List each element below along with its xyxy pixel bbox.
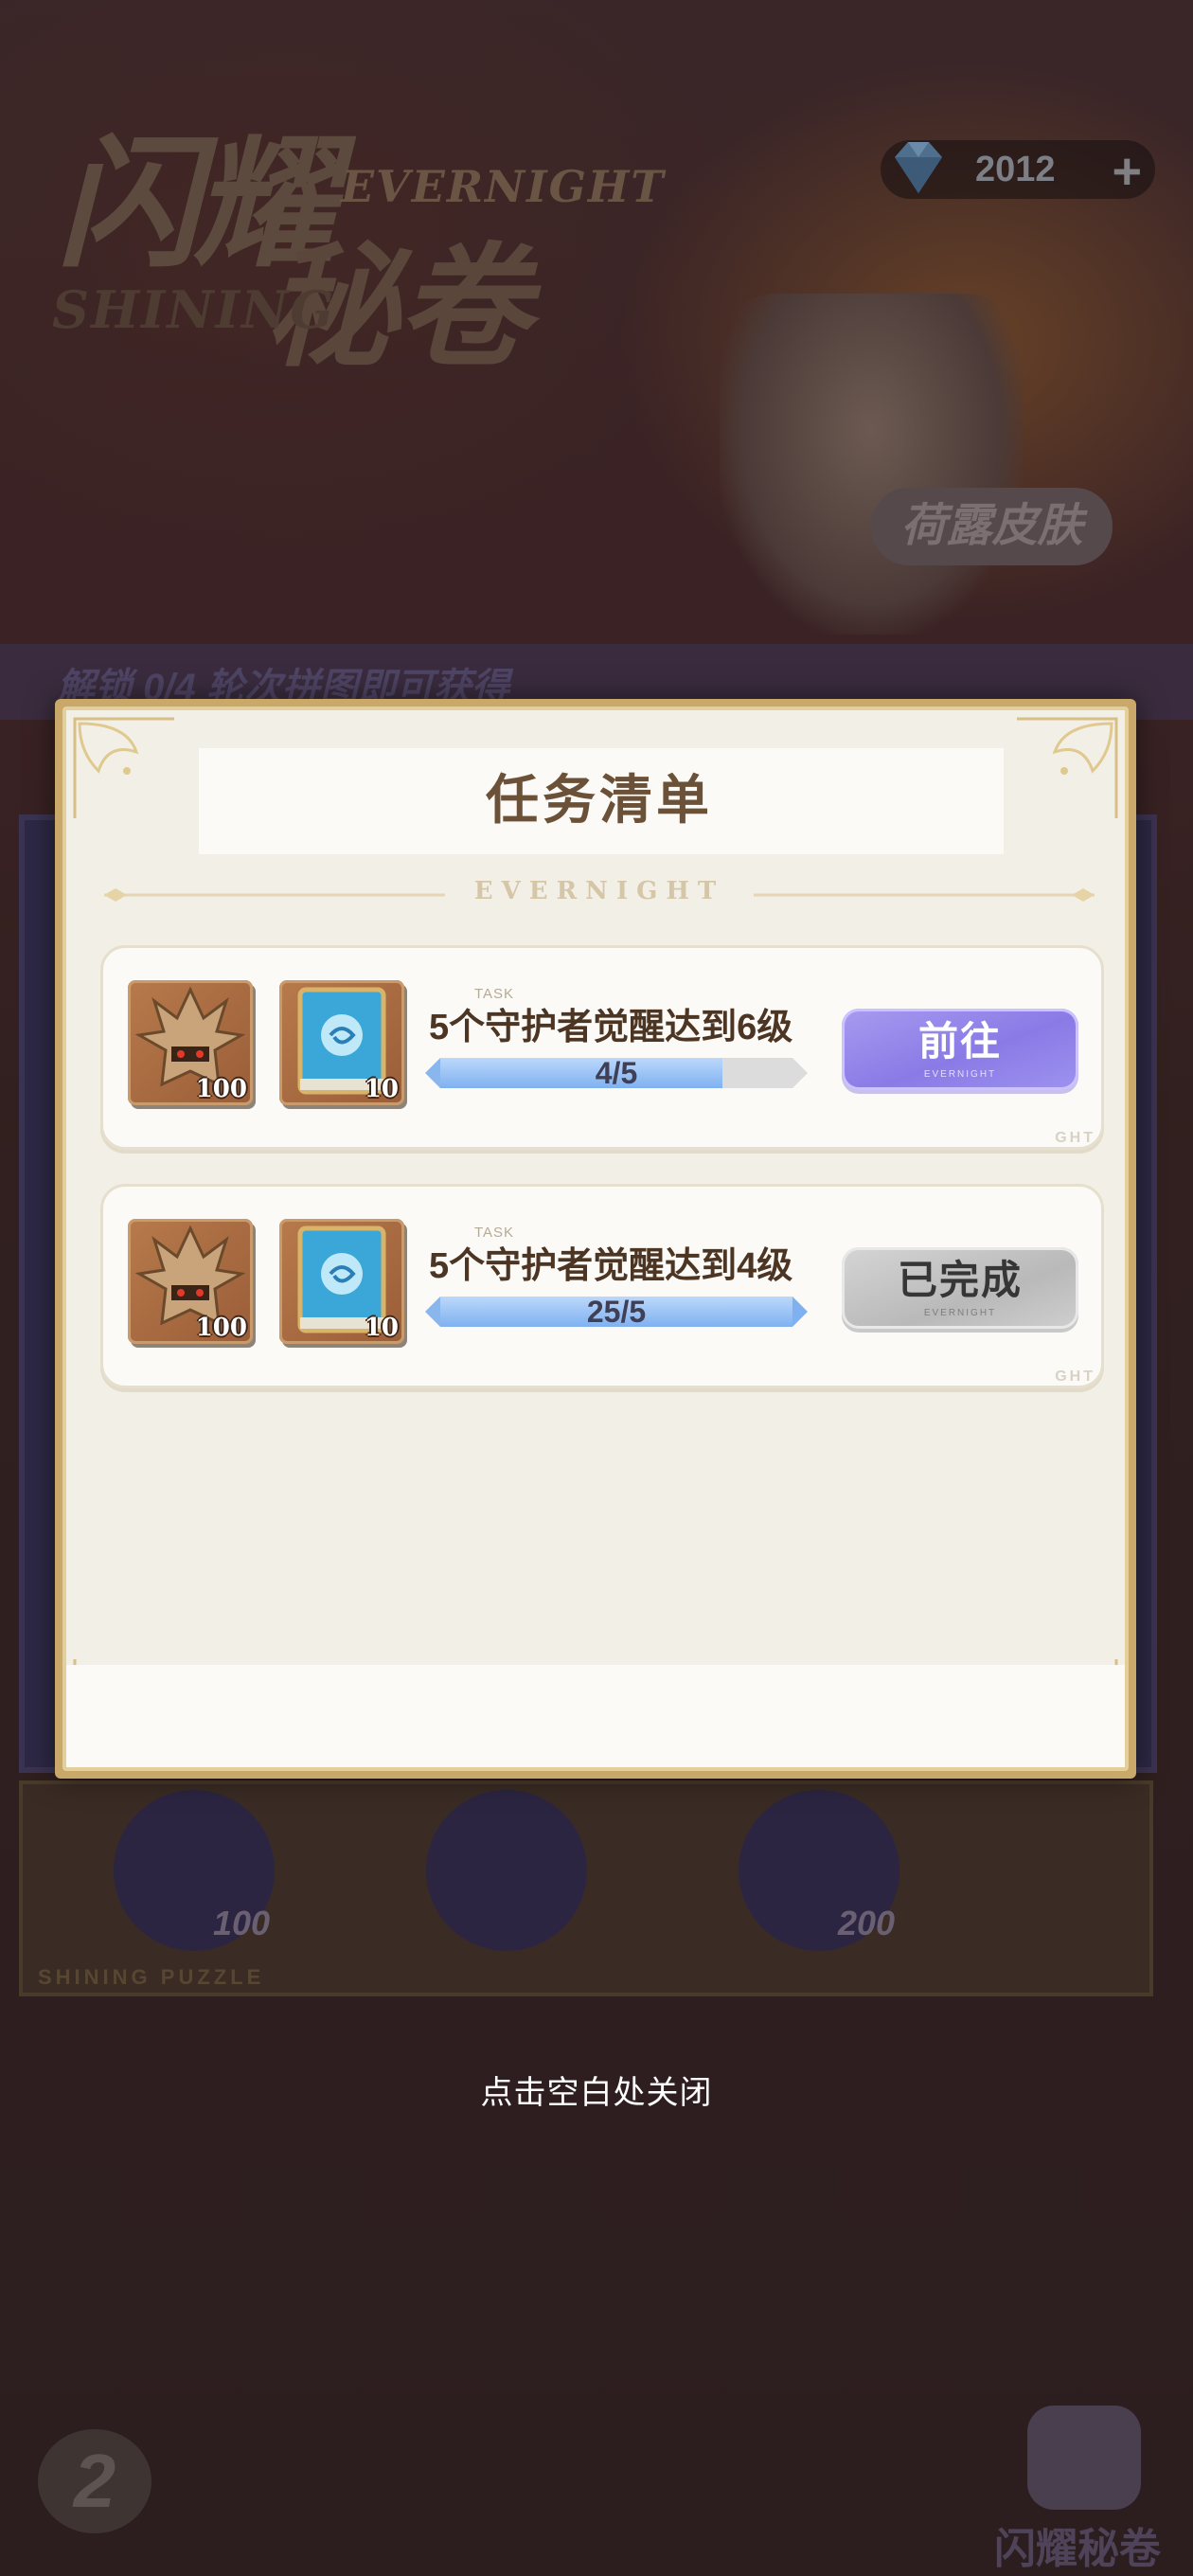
puzzle-footer-label: SHINING PUZZLE <box>38 1965 265 1989</box>
progress-text: 4/5 <box>595 1056 638 1090</box>
completed-button[interactable]: 已完成 EVERNIGHT <box>842 1247 1078 1329</box>
progress-bar: 4/5 <box>425 1056 808 1090</box>
reward-item[interactable]: 10 <box>279 980 404 1105</box>
modal-panel: 任务清单 EVERNIGHT 100 10 TASK 5个守护者觉醒达到6级 4… <box>62 707 1129 1771</box>
reward-item[interactable]: 10 <box>279 1219 404 1344</box>
currency-display: 2012 + <box>881 140 1155 201</box>
puzzle-piece-icon <box>1027 2406 1141 2510</box>
reward-count: 10 <box>364 1075 399 1103</box>
go-button-label: 前往 <box>917 1018 1002 1064</box>
close-hint[interactable]: 点击空白处关闭 <box>0 2066 1193 2113</box>
button-sub-label: EVERNIGHT <box>923 1069 997 1080</box>
go-button[interactable]: 前往 EVERNIGHT <box>842 1009 1078 1090</box>
reward-count: 100 <box>195 1314 247 1342</box>
reward-count: 100 <box>195 1075 247 1103</box>
progress-text: 25/5 <box>586 1295 647 1329</box>
reward-count: 10 <box>364 1314 399 1342</box>
task-name: 5个守护者觉醒达到6级 <box>429 1008 793 1047</box>
event-shortcut-label: 闪耀秘卷 <box>994 2525 1161 2573</box>
reward-item[interactable]: 100 <box>128 1219 253 1344</box>
reward-claimed-node <box>426 1790 587 1951</box>
event-title-en-2: SHINING <box>52 279 336 340</box>
diamond-icon <box>895 142 942 193</box>
card-watermark: GHT <box>1055 1368 1095 1385</box>
modal-footer <box>66 1665 1125 1767</box>
task-card: 100 10 TASK 5个守护者觉醒达到4级 25/5 已完成 EVERNIG… <box>100 1184 1104 1388</box>
task-list-modal: 任务清单 EVERNIGHT 100 10 TASK 5个守护者觉醒达到6级 4… <box>55 699 1136 1779</box>
card-watermark: GHT <box>1055 1130 1095 1146</box>
task-name: 5个守护者觉醒达到4级 <box>429 1246 793 1286</box>
reward-item[interactable]: 100 <box>128 980 253 1105</box>
event-title-en: EVERNIGHT <box>341 161 666 212</box>
game-logo: 2 <box>38 2429 151 2533</box>
add-currency-button[interactable]: + <box>1112 142 1142 201</box>
progress-bar: 25/5 <box>425 1295 808 1329</box>
task-card: 100 10 TASK 5个守护者觉醒达到6级 4/5 前往 EVERNIGHT… <box>100 945 1104 1150</box>
skin-reward-tag: 荷露皮肤 <box>871 488 1113 565</box>
modal-subtitle: EVERNIGHT <box>473 877 725 905</box>
reward-value: 100 <box>213 1904 271 1942</box>
reward-value: 200 <box>838 1904 896 1942</box>
button-sub-label: EVERNIGHT <box>923 1308 997 1318</box>
puzzle-character-art <box>720 294 1023 635</box>
modal-title: 任务清单 <box>486 769 713 832</box>
currency-amount: 2012 <box>975 150 1056 189</box>
completed-button-label: 已完成 <box>897 1257 1023 1303</box>
